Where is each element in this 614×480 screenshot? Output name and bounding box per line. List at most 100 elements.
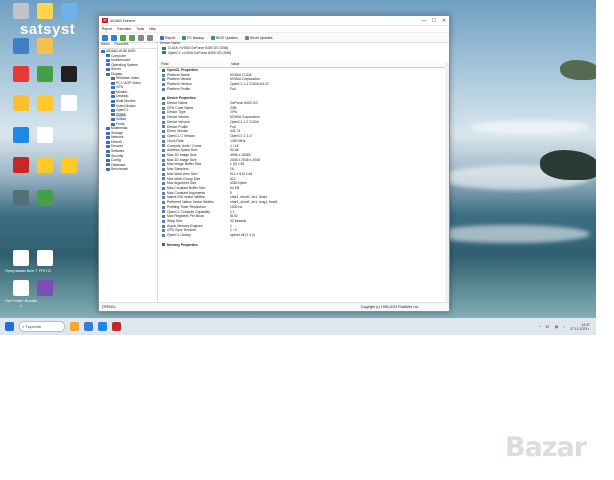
tree-item-icon: [106, 167, 110, 171]
edge-icon[interactable]: [84, 322, 93, 331]
property-icon: [162, 205, 165, 209]
bios-updates-button[interactable]: BIOS Updates: [211, 35, 238, 40]
menu-help[interactable]: Help: [149, 27, 156, 31]
property-icon: [162, 130, 165, 134]
value-column-header[interactable]: Value: [229, 62, 239, 67]
tree-item-icon: [106, 154, 110, 158]
volume-icon[interactable]: ♪: [563, 325, 565, 329]
bios-icon: [211, 35, 216, 40]
desktop-icon[interactable]: FRITZ!: [28, 250, 62, 273]
property-icon: [162, 224, 165, 228]
app-icon: [37, 38, 53, 54]
app-icon: [61, 157, 77, 173]
tree-item[interactable]: Benchmark: [99, 167, 157, 172]
desktop-icon[interactable]: [52, 3, 86, 21]
navigation-tree: AIDA64 v6.88.6400 Computer Motherboard Oper…: [99, 49, 157, 172]
desktop-icon[interactable]: [28, 38, 62, 56]
taskbar: ⌕ Търсене ^ БГ ▤ ♪ 14:37 27.11.2023 г.: [0, 318, 596, 335]
app-icon: [37, 190, 53, 206]
taskbar-search[interactable]: ⌕ Търсене: [19, 321, 65, 332]
window-title: AIDA64 Extreme: [110, 18, 136, 23]
property-icon: [162, 83, 165, 87]
property-icon: [162, 125, 165, 129]
tree-item-icon: [106, 127, 110, 131]
store-icon[interactable]: [98, 322, 107, 331]
window-controls: — ☐ ✕: [419, 18, 449, 24]
maximize-button[interactable]: ☐: [429, 18, 439, 24]
property-icon: [162, 177, 165, 181]
property-icon: [162, 87, 165, 91]
refresh-icon[interactable]: [129, 34, 135, 41]
property-icon: [162, 134, 165, 138]
desktop-icon[interactable]: [52, 95, 86, 113]
app-icon: [13, 3, 29, 19]
desktop-icon[interactable]: [52, 66, 86, 84]
app-icon: [37, 3, 53, 19]
field-column-header[interactable]: Field: [159, 62, 229, 67]
report-button[interactable]: Report: [160, 35, 175, 40]
property-icon: [162, 78, 165, 82]
tree-item-icon: [106, 54, 110, 58]
up-icon[interactable]: [120, 34, 126, 41]
details-panel: Device Name CUDA: nVIDIA GeForce 8400 GS…: [159, 41, 449, 303]
start-icon[interactable]: [5, 322, 14, 331]
tab-menu[interactable]: Menu: [101, 42, 109, 47]
menu-favorites[interactable]: Favorites: [117, 27, 131, 31]
vertical-scrollbar[interactable]: [445, 62, 449, 303]
property-icon: [162, 120, 165, 124]
tree-item-icon: [111, 122, 115, 126]
menu-report[interactable]: Report: [102, 27, 112, 31]
device-row[interactable]: OpenCL: nVIDIA GeForce 8400 GS (G98): [159, 51, 449, 56]
panel-tabs: Menu Favorites: [99, 41, 157, 49]
tree-item-icon: [106, 158, 110, 162]
desktop-icon-label: Hot Folder Bundle 1: [4, 298, 38, 308]
aida64-taskbar-icon[interactable]: [112, 322, 121, 331]
clock[interactable]: 14:37 27.11.2023 г.: [570, 323, 590, 331]
desktop-icon-label: FRITZ!: [38, 268, 52, 273]
chart-icon[interactable]: [147, 34, 153, 41]
property-icon: [162, 229, 165, 233]
tree-item-icon: [106, 149, 110, 153]
app-icon: [37, 66, 53, 82]
back-icon[interactable]: [102, 34, 108, 41]
file-explorer-icon[interactable]: [70, 322, 79, 331]
desktop-icon[interactable]: [28, 280, 62, 298]
property-icon: [162, 158, 165, 162]
user-icon[interactable]: [138, 34, 144, 41]
navigation-panel: Menu Favorites AIDA64 v6.88.6400 Computer…: [99, 41, 158, 303]
tree-item-icon: [111, 81, 115, 85]
clock-date: 27.11.2023 г.: [569, 326, 590, 331]
watermark-text: satsyst: [20, 21, 76, 38]
network-icon[interactable]: ▤: [555, 325, 558, 329]
tree-item-icon: [106, 63, 110, 67]
language-indicator[interactable]: БГ: [546, 325, 550, 329]
app-icon: [61, 95, 77, 111]
forward-icon[interactable]: [111, 34, 117, 41]
desktop-icon[interactable]: [28, 190, 62, 208]
desktop-icon[interactable]: [28, 127, 62, 145]
menu-tools[interactable]: Tools: [136, 27, 144, 31]
properties-table: OpenCL Properties Platform Name NVIDIA CUD…: [159, 68, 445, 303]
tab-favorites[interactable]: Favorites: [114, 42, 128, 47]
gpu-icon: [162, 51, 166, 55]
app-icon: [37, 127, 53, 143]
tree-item-icon: [106, 72, 110, 76]
property-icon: [162, 163, 165, 167]
wave-foam: [470, 120, 590, 134]
close-button[interactable]: ✕: [439, 18, 449, 24]
tree-item-icon: [101, 49, 105, 53]
value-cell: [230, 243, 445, 248]
app-icon: [61, 3, 77, 19]
desktop-icon[interactable]: [52, 157, 86, 175]
minimize-button[interactable]: —: [419, 18, 429, 24]
tree-item-icon: [106, 163, 110, 167]
pc-backup-button[interactable]: PC Backup: [182, 35, 204, 40]
driver-updates-button[interactable]: Driver Updates: [244, 35, 272, 40]
tree-item-icon: [106, 67, 110, 71]
aida64-window: 64 AIDA64 Extreme — ☐ ✕ Report Favorites…: [98, 15, 450, 312]
app-icon: [13, 280, 29, 296]
section-header-row[interactable]: Memory Properties: [159, 243, 445, 248]
property-icon: [162, 73, 165, 77]
tray-chevron-icon[interactable]: ^: [539, 325, 541, 329]
driver-icon: [244, 35, 249, 40]
